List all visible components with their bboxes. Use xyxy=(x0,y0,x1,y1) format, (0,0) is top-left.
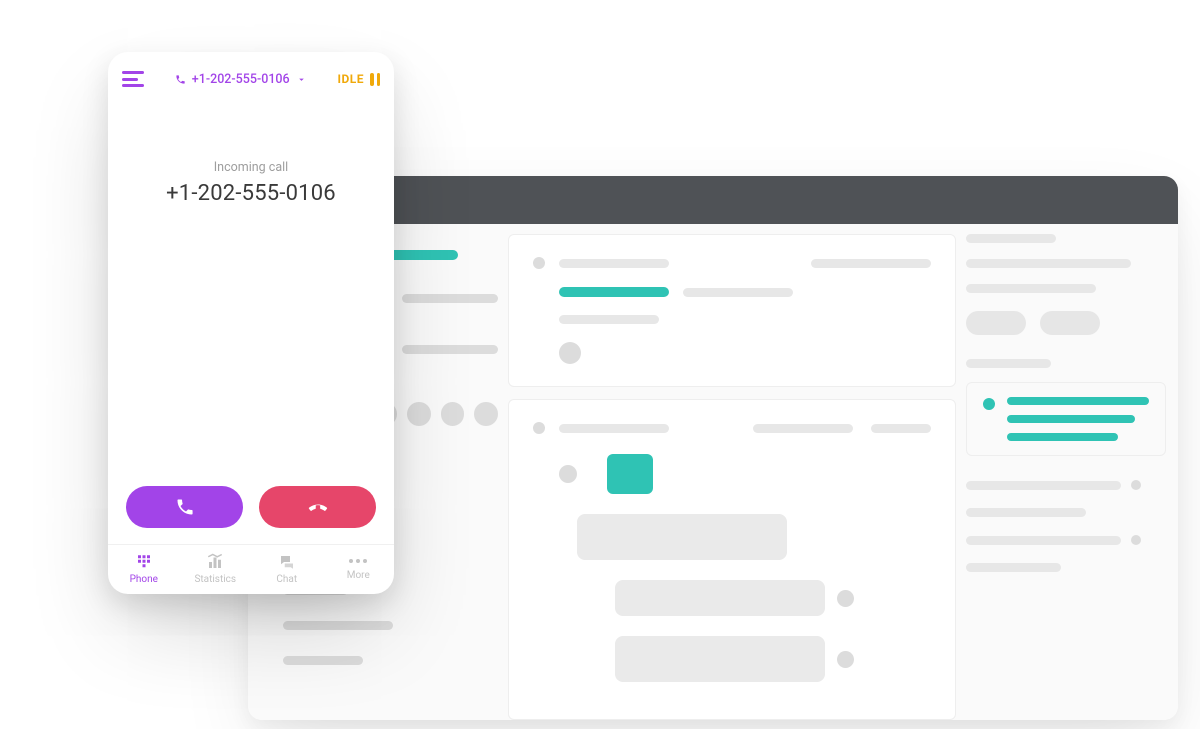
sidebar-section xyxy=(966,359,1166,456)
dot-icon xyxy=(1131,480,1141,490)
chevron-down-icon xyxy=(296,74,307,85)
skeleton-bar xyxy=(966,234,1056,243)
skeleton-bar xyxy=(402,345,498,354)
sidebar-section xyxy=(966,234,1166,335)
agent-status[interactable]: IDLE xyxy=(337,72,380,86)
dialpad-icon xyxy=(135,553,153,571)
caller-id-number: +1-202-555-0106 xyxy=(192,72,290,87)
dashboard-center-column xyxy=(508,234,956,720)
call-actions xyxy=(108,486,394,544)
skeleton-bar xyxy=(966,481,1121,490)
answer-button[interactable] xyxy=(126,486,243,528)
dot-icon xyxy=(1131,535,1141,545)
highlight-block xyxy=(607,454,653,494)
phone-icon xyxy=(175,74,186,85)
skeleton-bar xyxy=(966,359,1051,368)
agent-status-label: IDLE xyxy=(337,72,364,86)
chat-icon xyxy=(278,553,296,571)
incoming-call-label: Incoming call xyxy=(214,160,288,175)
skeleton-bar xyxy=(402,294,498,303)
dashboard-right-column xyxy=(966,234,1166,720)
pill-button-placeholder xyxy=(966,311,1026,335)
phone-answer-icon xyxy=(175,497,195,517)
skeleton-bar xyxy=(559,287,669,297)
avatar-placeholder xyxy=(441,402,465,426)
avatar-placeholder xyxy=(837,651,854,668)
dot-icon xyxy=(533,257,545,269)
incoming-call-number: +1-202-555-0106 xyxy=(166,181,336,206)
avatar-placeholder xyxy=(559,465,577,483)
avatar-placeholder xyxy=(474,402,498,426)
dot-icon xyxy=(983,398,995,410)
pill-button-placeholder xyxy=(1040,311,1100,335)
phone-decline-icon xyxy=(308,497,328,517)
decline-button[interactable] xyxy=(259,486,376,528)
skeleton-bar xyxy=(386,250,458,260)
message-bubble xyxy=(615,636,825,682)
skeleton-bar xyxy=(559,315,659,324)
skeleton-bar xyxy=(753,424,853,433)
skeleton-bar xyxy=(283,656,363,665)
skeleton-bar xyxy=(1007,415,1135,423)
phone-body: Incoming call +1-202-555-0106 xyxy=(108,106,394,486)
skeleton-bar xyxy=(683,288,793,297)
tab-label: Phone xyxy=(130,574,158,585)
skeleton-bar xyxy=(1007,433,1118,441)
dot-icon xyxy=(533,422,545,434)
avatar-placeholder xyxy=(407,402,431,426)
avatar-placeholder xyxy=(559,342,581,364)
softphone-panel: +1-202-555-0106 IDLE Incoming call +1-20… xyxy=(108,52,394,594)
phone-tabbar: Phone Statistics Chat More xyxy=(108,544,394,594)
caller-id-selector[interactable]: +1-202-555-0106 xyxy=(175,72,307,87)
tab-label: Statistics xyxy=(194,574,236,585)
skeleton-bar xyxy=(1007,397,1149,405)
message-bubble xyxy=(615,580,825,616)
avatar-placeholder xyxy=(837,590,854,607)
skeleton-bar xyxy=(871,424,931,433)
tab-statistics[interactable]: Statistics xyxy=(180,545,252,594)
tab-more[interactable]: More xyxy=(323,545,395,594)
pause-icon xyxy=(370,73,380,86)
tab-label: Chat xyxy=(276,574,297,585)
skeleton-bar xyxy=(966,508,1086,517)
dashboard-card xyxy=(508,399,956,720)
skeleton-bar xyxy=(966,536,1121,545)
tab-label: More xyxy=(347,570,370,581)
tab-chat[interactable]: Chat xyxy=(251,545,323,594)
dashboard-card xyxy=(508,234,956,387)
message-bubble xyxy=(577,514,787,560)
statistics-icon xyxy=(206,553,224,571)
menu-icon[interactable] xyxy=(122,71,144,87)
tab-phone[interactable]: Phone xyxy=(108,545,180,594)
skeleton-bar xyxy=(559,259,669,268)
skeleton-bar xyxy=(283,621,393,630)
skeleton-bar xyxy=(559,424,669,433)
skeleton-bar xyxy=(811,259,931,268)
skeleton-bar xyxy=(966,284,1096,293)
skeleton-bar xyxy=(966,563,1061,572)
highlight-card xyxy=(966,382,1166,456)
sidebar-section xyxy=(966,480,1166,590)
more-icon xyxy=(349,559,367,563)
skeleton-bar xyxy=(966,259,1131,268)
phone-header: +1-202-555-0106 IDLE xyxy=(108,52,394,106)
